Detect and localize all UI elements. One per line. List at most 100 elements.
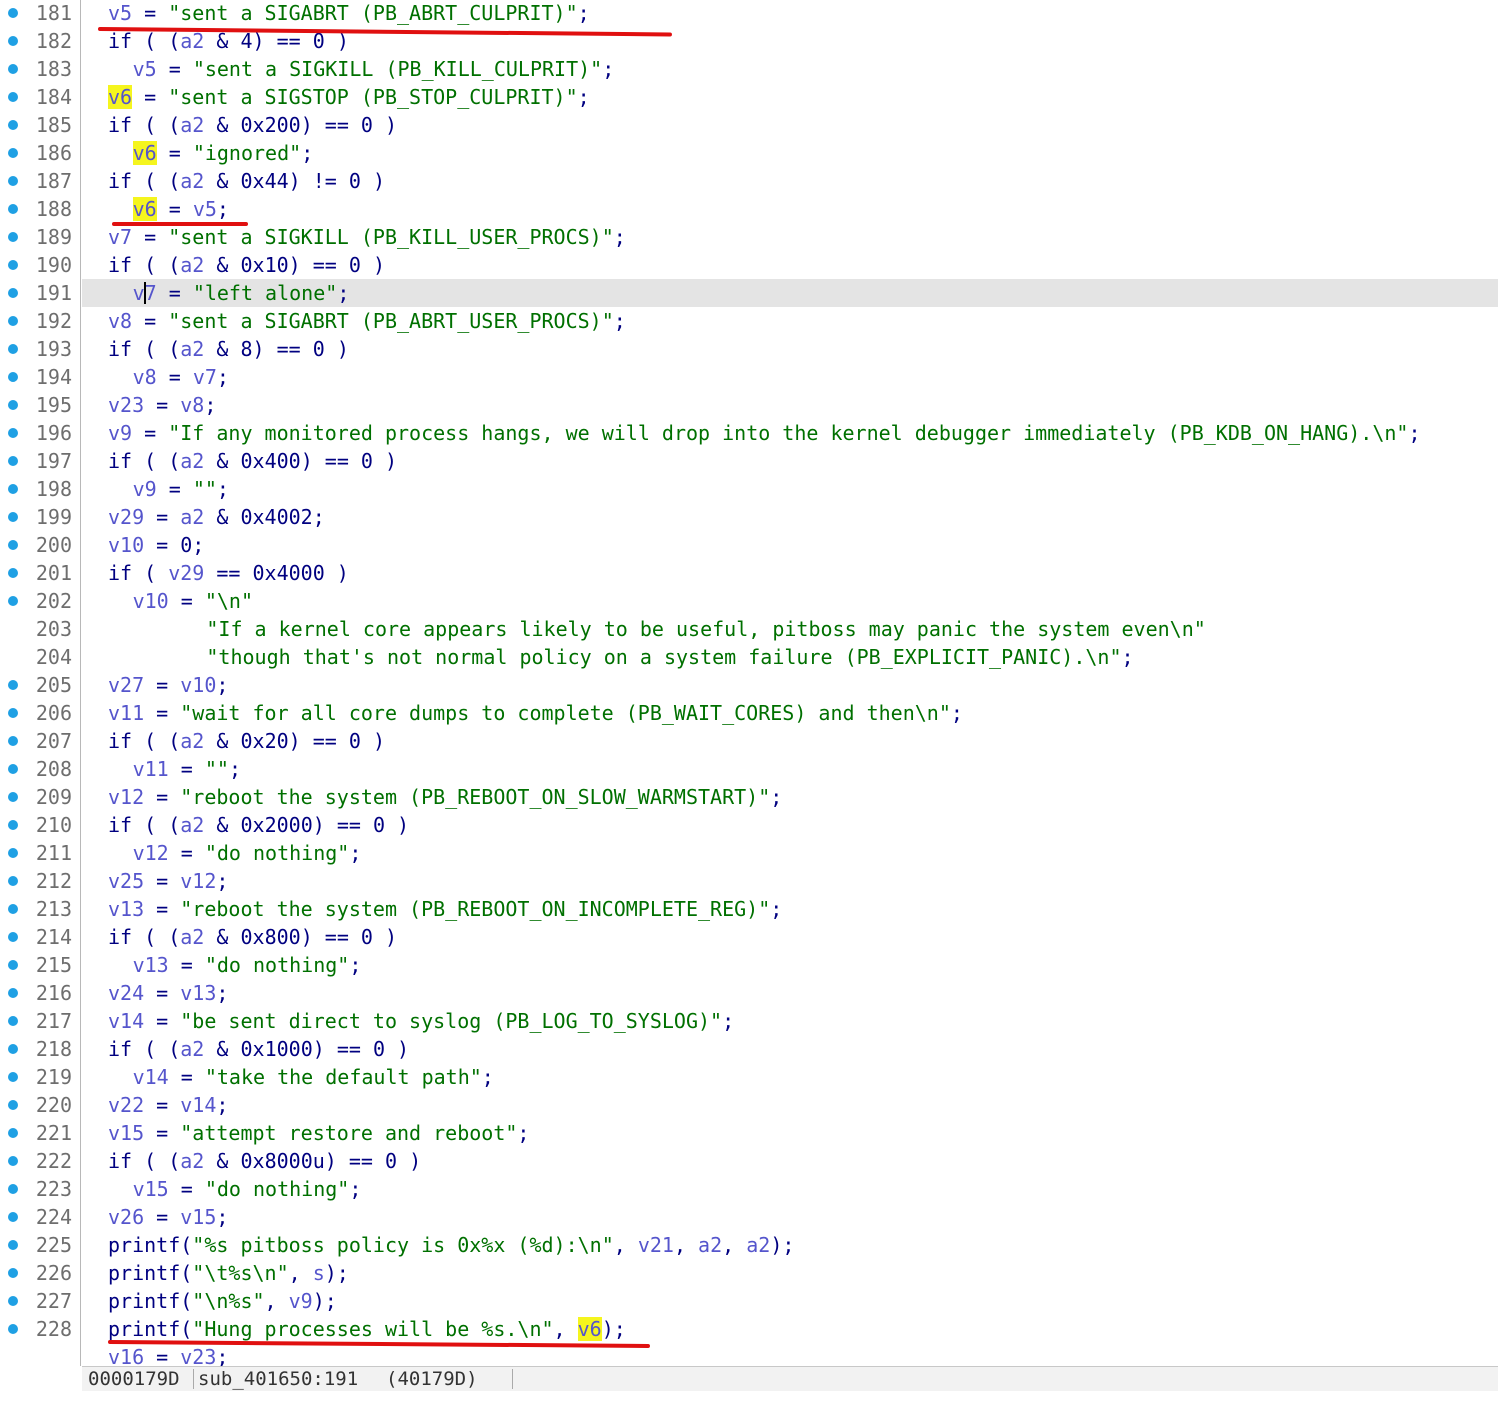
code-line[interactable]: 191 v7 = "left alone";: [0, 279, 1498, 307]
breakpoint-dot-icon[interactable]: [8, 92, 18, 102]
code-text[interactable]: if ( (a2 & 0x20) == 0 ): [82, 727, 1498, 755]
code-text[interactable]: if ( (a2 & 0x200) == 0 ): [82, 111, 1498, 139]
code-text[interactable]: v10 = "\n": [82, 587, 1498, 615]
code-text[interactable]: v29 = a2 & 0x4002;: [82, 503, 1498, 531]
code-text[interactable]: v8 = v7;: [82, 363, 1498, 391]
code-token-var[interactable]: v13: [108, 897, 144, 921]
code-token-kw[interactable]: if: [108, 253, 132, 277]
code-line[interactable]: 215 v13 = "do nothing";: [0, 951, 1498, 979]
code-line[interactable]: 188 v6 = v5;: [0, 195, 1498, 223]
breakpoint-dot-icon[interactable]: [8, 904, 18, 914]
code-line[interactable]: 201 if ( v29 == 0x4000 ): [0, 559, 1498, 587]
code-text[interactable]: v22 = v14;: [82, 1091, 1498, 1119]
breakpoint-dot-icon[interactable]: [8, 400, 18, 410]
code-text[interactable]: if ( (a2 & 0x800) == 0 ): [82, 923, 1498, 951]
code-token-var[interactable]: v14: [108, 1009, 144, 1033]
code-token-kw[interactable]: printf: [108, 1289, 180, 1313]
code-token-var[interactable]: v10: [180, 673, 216, 697]
code-text[interactable]: v6 = "ignored";: [82, 139, 1498, 167]
code-text[interactable]: v15 = "do nothing";: [82, 1175, 1498, 1203]
breakpoint-dot-icon[interactable]: [8, 876, 18, 886]
breakpoint-dot-icon[interactable]: [8, 792, 18, 802]
code-text[interactable]: v9 = "";: [82, 475, 1498, 503]
code-token-var[interactable]: v12: [180, 869, 216, 893]
code-line[interactable]: 210 if ( (a2 & 0x2000) == 0 ): [0, 811, 1498, 839]
code-line[interactable]: 203 "If a kernel core appears likely to b…: [0, 615, 1498, 643]
code-token-var[interactable]: v27: [108, 673, 144, 697]
code-line[interactable]: 228 printf("Hung processes will be %s.\n"…: [0, 1315, 1498, 1343]
code-token-kw[interactable]: if: [108, 1149, 132, 1173]
breakpoint-dot-icon[interactable]: [8, 36, 18, 46]
code-token-kw[interactable]: if: [108, 729, 132, 753]
code-line[interactable]: 200 v10 = 0;: [0, 531, 1498, 559]
breakpoint-dot-icon[interactable]: [8, 1324, 18, 1334]
code-token-var[interactable]: v7: [108, 225, 132, 249]
code-token-var[interactable]: v9: [108, 421, 132, 445]
code-text[interactable]: "though that's not normal policy on a sy…: [82, 643, 1498, 671]
code-token-var[interactable]: v14: [180, 1093, 216, 1117]
code-text[interactable]: if ( v29 == 0x4000 ): [82, 559, 1498, 587]
code-token-var[interactable]: a2: [180, 337, 204, 361]
code-token-var[interactable]: v22: [108, 1093, 144, 1117]
code-token-var[interactable]: 7: [145, 281, 157, 305]
breakpoint-dot-icon[interactable]: [8, 232, 18, 242]
breakpoint-dot-icon[interactable]: [8, 1016, 18, 1026]
code-token-kw[interactable]: if: [108, 1037, 132, 1061]
breakpoint-dot-icon[interactable]: [8, 64, 18, 74]
code-line[interactable]: 183 v5 = "sent a SIGKILL (PB_KILL_CULPRIT…: [0, 55, 1498, 83]
code-line[interactable]: 212 v25 = v12;: [0, 867, 1498, 895]
code-line[interactable]: 186 v6 = "ignored";: [0, 139, 1498, 167]
code-token-var[interactable]: v21: [638, 1233, 674, 1257]
code-line[interactable]: 193 if ( (a2 & 8) == 0 ): [0, 335, 1498, 363]
breakpoint-dot-icon[interactable]: [8, 1240, 18, 1250]
code-text[interactable]: if ( (a2 & 8) == 0 ): [82, 335, 1498, 363]
breakpoint-dot-icon[interactable]: [8, 820, 18, 830]
highlighted-identifier[interactable]: v6: [132, 141, 157, 165]
code-text[interactable]: v5 = "sent a SIGABRT (PB_ABRT_CULPRIT)";: [82, 0, 1498, 27]
code-line[interactable]: 197 if ( (a2 & 0x400) == 0 ): [0, 447, 1498, 475]
code-text[interactable]: v15 = "attempt restore and reboot";: [82, 1119, 1498, 1147]
breakpoint-dot-icon[interactable]: [8, 372, 18, 382]
code-token-kw[interactable]: if: [108, 813, 132, 837]
code-token-var[interactable]: v12: [133, 841, 169, 865]
code-text[interactable]: v25 = v12;: [82, 867, 1498, 895]
code-line[interactable]: 225 printf("%s pitboss policy is 0x%x (%d…: [0, 1231, 1498, 1259]
code-token-var[interactable]: v9: [133, 477, 157, 501]
code-token-var[interactable]: v7: [193, 365, 217, 389]
code-line[interactable]: 196 v9 = "If any monitored process hangs,…: [0, 419, 1498, 447]
code-text[interactable]: v8 = "sent a SIGABRT (PB_ABRT_USER_PROCS…: [82, 307, 1498, 335]
code-text[interactable]: v26 = v15;: [82, 1203, 1498, 1231]
code-line[interactable]: 224 v26 = v15;: [0, 1203, 1498, 1231]
breakpoint-dot-icon[interactable]: [8, 708, 18, 718]
code-line[interactable]: 222 if ( (a2 & 0x8000u) == 0 ): [0, 1147, 1498, 1175]
code-token-var[interactable]: v15: [133, 1177, 169, 1201]
code-line[interactable]: 189 v7 = "sent a SIGKILL (PB_KILL_USER_PR…: [0, 223, 1498, 251]
code-line[interactable]: 211 v12 = "do nothing";: [0, 839, 1498, 867]
code-token-var[interactable]: v29: [168, 561, 204, 585]
code-token-var[interactable]: a2: [746, 1233, 770, 1257]
code-token-var[interactable]: v5: [133, 57, 157, 81]
breakpoint-dot-icon[interactable]: [8, 8, 18, 18]
code-line[interactable]: 181 v5 = "sent a SIGABRT (PB_ABRT_CULPRIT…: [0, 0, 1498, 27]
code-line[interactable]: 205 v27 = v10;: [0, 671, 1498, 699]
code-text[interactable]: v7 = "sent a SIGKILL (PB_KILL_USER_PROCS…: [82, 223, 1498, 251]
code-line[interactable]: 206 v11 = "wait for all core dumps to com…: [0, 699, 1498, 727]
pseudocode-view[interactable]: 181 v5 = "sent a SIGABRT (PB_ABRT_CULPRIT…: [0, 0, 1498, 1402]
code-token-var[interactable]: v23: [108, 393, 144, 417]
code-line[interactable]: 199 v29 = a2 & 0x4002;: [0, 503, 1498, 531]
code-token-var[interactable]: a2: [698, 1233, 722, 1257]
code-text[interactable]: if ( (a2 & 0x2000) == 0 ): [82, 811, 1498, 839]
code-token-var[interactable]: v10: [108, 533, 144, 557]
code-text[interactable]: v5 = "sent a SIGKILL (PB_KILL_CULPRIT)";: [82, 55, 1498, 83]
highlighted-identifier[interactable]: v6: [132, 197, 157, 221]
breakpoint-dot-icon[interactable]: [8, 540, 18, 550]
breakpoint-dot-icon[interactable]: [8, 1156, 18, 1166]
code-line[interactable]: 220 v22 = v14;: [0, 1091, 1498, 1119]
code-token-var[interactable]: a2: [180, 1149, 204, 1173]
code-line[interactable]: 204 "though that's not normal policy on a…: [0, 643, 1498, 671]
code-text[interactable]: v12 = "do nothing";: [82, 839, 1498, 867]
code-line[interactable]: 209 v12 = "reboot the system (PB_REBOOT_O…: [0, 783, 1498, 811]
code-text[interactable]: printf("\n%s", v9);: [82, 1287, 1498, 1315]
code-text[interactable]: printf("%s pitboss policy is 0x%x (%d):\…: [82, 1231, 1498, 1259]
code-token-kw[interactable]: if: [108, 113, 132, 137]
